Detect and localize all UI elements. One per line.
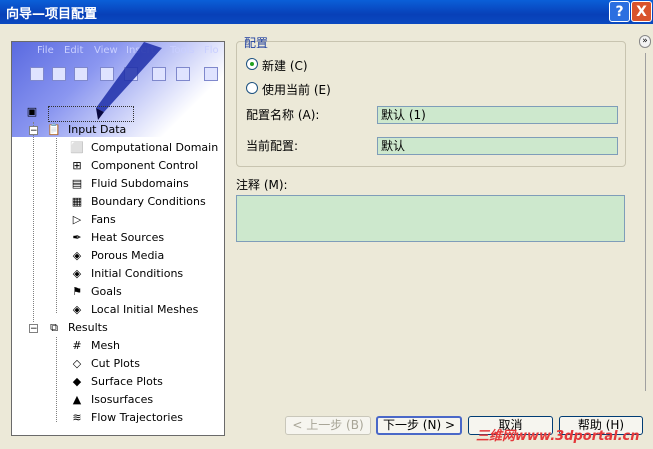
collapse-results[interactable]: − xyxy=(29,324,38,334)
current-config-field: 默认 xyxy=(377,137,618,155)
tree-item-fluid-subdomains[interactable]: ▤ Fluid Subdomains xyxy=(69,175,189,193)
tree-item-local-initial-meshes[interactable]: ◈ Local Initial Meshes xyxy=(69,301,199,319)
scroll-track[interactable] xyxy=(645,53,646,391)
tree-results-label: Results xyxy=(68,321,108,334)
collapse-chevron-icon[interactable]: » xyxy=(639,35,651,48)
tree-item-label: Initial Conditions xyxy=(91,267,184,280)
watermark: 三维网www.3dportal.cn xyxy=(476,429,640,444)
tree-line xyxy=(56,138,57,313)
tree-item-label: Computational Domain xyxy=(91,141,219,154)
initial-conditions-icon: ◈ xyxy=(72,267,82,280)
tree-item-label: Boundary Conditions xyxy=(91,195,206,208)
mesh-icon: # xyxy=(72,339,82,352)
next-button[interactable]: 下一步 (N) > xyxy=(376,416,462,435)
flow-trajectory-icon: ≋ xyxy=(72,411,82,424)
porous-media-icon: ◈ xyxy=(72,249,82,262)
boundary-conditions-icon: ▦ xyxy=(71,195,83,208)
tree-item-label: Porous Media xyxy=(91,249,165,262)
banner-menu-item: Tools xyxy=(170,45,195,56)
tree-item-label: Cut Plots xyxy=(91,357,140,370)
isosurface-icon: ▲ xyxy=(72,393,82,406)
fan-icon: ▷ xyxy=(72,213,82,226)
tree-root[interactable]: ▣ xyxy=(24,103,46,121)
notes-label: 注释 (M): xyxy=(236,178,288,192)
component-control-icon: ⊞ xyxy=(72,159,82,172)
radio-use-current-label[interactable]: 使用当前 (E) xyxy=(262,81,331,98)
side-scroll[interactable]: » xyxy=(639,35,651,391)
part-icon: ▣ xyxy=(26,105,38,118)
tree-item-cut-plots[interactable]: ◇ Cut Plots xyxy=(69,355,140,373)
heat-source-icon: ✒ xyxy=(72,231,82,244)
tree-item-label: Mesh xyxy=(91,339,120,352)
tree-item-label: Heat Sources xyxy=(91,231,165,244)
surface-plot-icon: ◆ xyxy=(72,375,82,388)
banner-menu-item: File xyxy=(37,45,54,56)
banner-menu-item: Edit xyxy=(64,45,84,56)
banner-menu-item: Flo xyxy=(204,45,219,56)
cut-plot-icon: ◇ xyxy=(72,357,82,370)
tree-line xyxy=(56,337,57,422)
tree-item-label: Isosurfaces xyxy=(91,393,154,406)
tree-item-fans[interactable]: ▷ Fans xyxy=(69,211,116,229)
tree-item-label: Fans xyxy=(91,213,116,226)
config-name-field[interactable]: 默认 (1) xyxy=(377,106,618,124)
tree-item-label: Component Control xyxy=(91,159,199,172)
undo-icon xyxy=(204,67,218,81)
new-file-icon xyxy=(30,67,44,81)
radio-use-current[interactable] xyxy=(246,82,258,94)
tree-line xyxy=(33,122,34,322)
project-tree-panel: File Edit View Insert Tools Flo ▣ − 📋 xyxy=(11,41,225,436)
config-group-title: 配置 xyxy=(244,36,269,50)
goals-flag-icon: ⚑ xyxy=(72,285,82,298)
tree-item-label: Surface Plots xyxy=(91,375,163,388)
tree-results[interactable]: ⧉ Results xyxy=(46,319,108,337)
paste-icon xyxy=(176,67,190,81)
tree-item-label: Flow Trajectories xyxy=(91,411,183,424)
help-title-button[interactable]: ? xyxy=(609,1,630,22)
fluid-subdomain-icon: ▤ xyxy=(71,177,83,190)
tree-item-label: Fluid Subdomains xyxy=(91,177,189,190)
tree-item-boundary-conditions[interactable]: ▦ Boundary Conditions xyxy=(69,193,206,211)
window-title: 向导—项目配置 xyxy=(6,7,98,22)
tree-item-heat-sources[interactable]: ✒ Heat Sources xyxy=(69,229,164,247)
tree-item-goals[interactable]: ⚑ Goals xyxy=(69,283,122,301)
tree-item-porous-media[interactable]: ◈ Porous Media xyxy=(69,247,164,265)
tree-item-label: Goals xyxy=(91,285,122,298)
close-button[interactable]: X xyxy=(631,1,652,22)
input-data-icon: 📋 xyxy=(47,123,61,136)
collapse-input-data[interactable]: − xyxy=(29,126,38,136)
tree-item-flow-trajectories[interactable]: ≋ Flow Trajectories xyxy=(69,409,183,427)
tree-item-computational-domain[interactable]: ⬜ Computational Domain xyxy=(69,139,218,157)
notes-field[interactable] xyxy=(236,195,625,242)
config-name-label: 配置名称 (A): xyxy=(246,108,320,122)
back-button[interactable]: < 上一步 (B) xyxy=(285,416,371,435)
tree-item-surface-plots[interactable]: ◆ Surface Plots xyxy=(69,373,163,391)
radio-new-label[interactable]: 新建 (C) xyxy=(262,57,308,74)
tree-item-mesh[interactable]: # Mesh xyxy=(69,337,120,355)
open-folder-icon xyxy=(52,67,66,81)
domain-icon: ⬜ xyxy=(70,141,84,154)
tree-input-data-label: Input Data xyxy=(68,123,127,136)
current-config-label: 当前配置: xyxy=(246,139,299,153)
title-bar: 向导—项目配置 ? X xyxy=(0,0,653,24)
results-icon: ⧉ xyxy=(50,321,58,334)
tree-item-component-control[interactable]: ⊞ Component Control xyxy=(69,157,198,175)
tree-item-initial-conditions[interactable]: ◈ Initial Conditions xyxy=(69,265,183,283)
local-mesh-icon: ◈ xyxy=(72,303,82,316)
radio-new[interactable] xyxy=(246,58,258,70)
root-selection-box[interactable] xyxy=(48,106,134,122)
tree-item-label: Local Initial Meshes xyxy=(91,303,199,316)
tree-item-isosurfaces[interactable]: ▲ Isosurfaces xyxy=(69,391,153,409)
tree-input-data[interactable]: 📋 Input Data xyxy=(46,121,126,139)
